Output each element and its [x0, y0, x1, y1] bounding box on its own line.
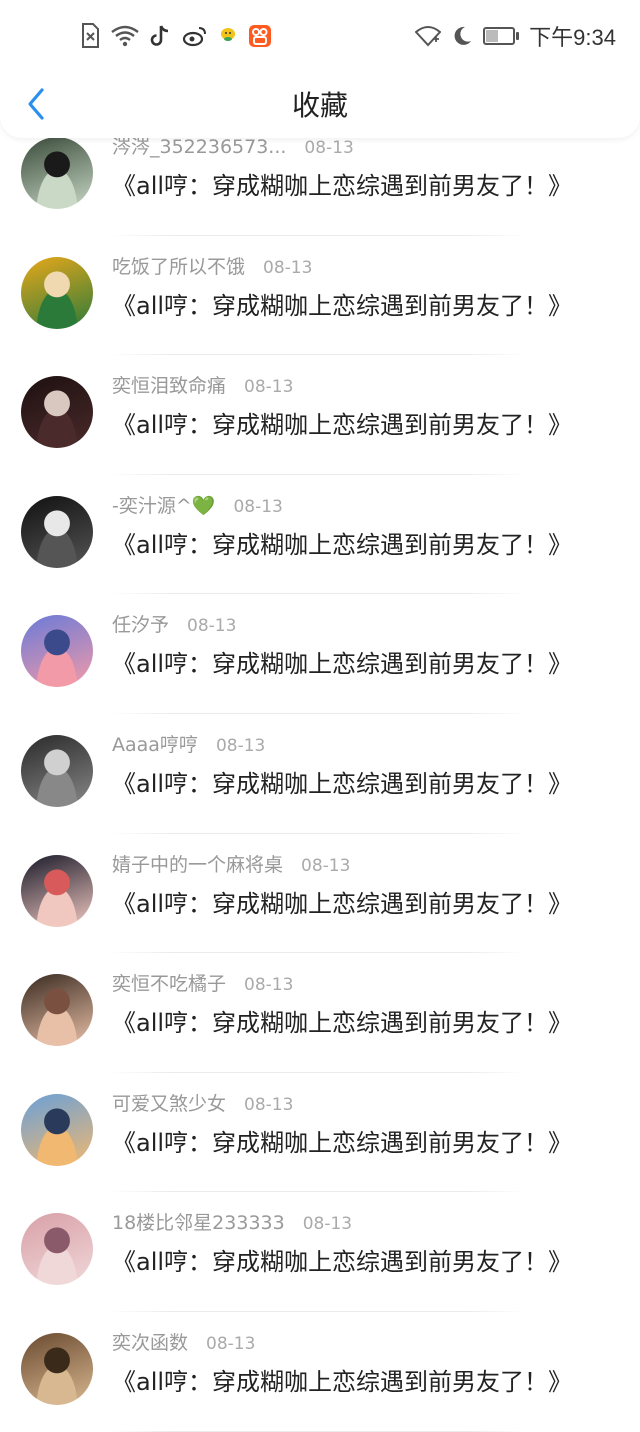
- avatar[interactable]: [21, 734, 93, 807]
- username[interactable]: 奕次函数: [112, 1328, 188, 1355]
- username[interactable]: 任汐予: [112, 610, 169, 637]
- item-date: 08-13: [206, 1333, 256, 1354]
- item-meta: 婧子中的一个麻将桌 08-13: [112, 850, 350, 877]
- item-meta: 奕恒泪致命痛 08-13: [112, 371, 293, 398]
- item-meta: -奕汁源^💚 08-13: [112, 491, 283, 518]
- avatar[interactable]: [21, 495, 93, 568]
- divider: [108, 1430, 528, 1432]
- book-title[interactable]: 《all哼：穿成糊咖上恋综遇到前男友了！》: [112, 1123, 572, 1158]
- item-date: 08-13: [244, 975, 294, 996]
- status-left-icons: [80, 22, 272, 50]
- avatar[interactable]: [21, 1213, 93, 1286]
- item-meta: 任汐予 08-13: [112, 610, 236, 637]
- avatar[interactable]: [21, 376, 93, 449]
- status-bar: 下午9:34: [0, 0, 640, 72]
- book-title[interactable]: 《all哼：穿成糊咖上恋综遇到前男友了！》: [112, 1003, 572, 1038]
- kuaishou-icon: [249, 25, 271, 47]
- avatar[interactable]: [21, 1332, 93, 1405]
- username[interactable]: -奕汁源^💚: [112, 491, 215, 518]
- book-title[interactable]: 《all哼：穿成糊咖上恋综遇到前男友了！》: [112, 644, 572, 679]
- avatar[interactable]: [21, 854, 93, 927]
- item-meta: 奕恒不吃橘子 08-13: [112, 969, 293, 996]
- avatar[interactable]: [21, 615, 93, 688]
- battery-icon: [483, 27, 516, 45]
- book-title[interactable]: 《all哼：穿成糊咖上恋综遇到前男友了！》: [112, 525, 572, 560]
- item-date: 08-13: [233, 496, 283, 517]
- tiktok-icon: [150, 25, 169, 46]
- weibo-icon: [182, 27, 206, 47]
- nav-bar: 收藏: [0, 72, 640, 136]
- username[interactable]: Aaaa哼哼: [112, 730, 198, 757]
- tencent-icon: [221, 28, 235, 41]
- list-item[interactable]: 任汐予 08-13 《all哼：穿成糊咖上恋综遇到前男友了！》: [0, 594, 640, 714]
- list-item[interactable]: -奕汁源^💚 08-13 《all哼：穿成糊咖上恋综遇到前男友了！》: [0, 475, 640, 595]
- list-item[interactable]: 可爱又煞少女 08-13 《all哼：穿成糊咖上恋综遇到前男友了！》: [0, 1073, 640, 1193]
- header: 下午9:34 收藏: [0, 0, 640, 138]
- wifi-icon: [111, 25, 139, 47]
- book-title[interactable]: 《all哼：穿成糊咖上恋综遇到前男友了！》: [112, 1362, 572, 1397]
- username[interactable]: 奕恒泪致命痛: [112, 371, 226, 398]
- list-item[interactable]: 18楼比邻星233333 08-13 《all哼：穿成糊咖上恋综遇到前男友了！》: [0, 1192, 640, 1312]
- item-date: 08-13: [301, 855, 351, 876]
- avatar[interactable]: [21, 974, 93, 1047]
- status-right-icons: 下午9:34: [415, 22, 616, 50]
- book-title[interactable]: 《all哼：穿成糊咖上恋综遇到前男友了！》: [112, 1242, 572, 1277]
- username[interactable]: 18楼比邻星233333: [112, 1208, 285, 1235]
- avatar[interactable]: [21, 137, 93, 209]
- favorites-list: 涔涔_352236573... 08-13 《all哼：穿成糊咖上恋综遇到前男友了！…: [0, 136, 640, 1432]
- item-meta: 可爱又煞少女 08-13: [112, 1089, 293, 1116]
- list-item[interactable]: 奕次函数 08-13 《all哼：穿成糊咖上恋综遇到前男友了！》: [0, 1312, 640, 1432]
- avatar[interactable]: [21, 256, 93, 329]
- list-item[interactable]: Aaaa哼哼 08-13 《all哼：穿成糊咖上恋综遇到前男友了！》: [0, 714, 640, 834]
- list-item[interactable]: 吃饭了所以不饿 08-13 《all哼：穿成糊咖上恋综遇到前男友了！》: [0, 236, 640, 356]
- username[interactable]: 可爱又煞少女: [112, 1089, 226, 1116]
- book-title[interactable]: 《all哼：穿成糊咖上恋综遇到前男友了！》: [112, 286, 572, 321]
- battery-level: [486, 30, 498, 42]
- status-time: 下午9:34: [529, 25, 616, 50]
- list-item[interactable]: 奕恒泪致命痛 08-13 《all哼：穿成糊咖上恋综遇到前男友了！》: [0, 355, 640, 475]
- book-title[interactable]: 《all哼：穿成糊咖上恋综遇到前男友了！》: [112, 764, 572, 799]
- avatar[interactable]: [21, 1093, 93, 1166]
- item-date: 08-13: [304, 138, 354, 158]
- list-item[interactable]: 婧子中的一个麻将桌 08-13 《all哼：穿成糊咖上恋综遇到前男友了！》: [0, 834, 640, 954]
- wifi-icon: [415, 26, 442, 47]
- book-title[interactable]: 《all哼：穿成糊咖上恋综遇到前男友了！》: [112, 405, 572, 440]
- item-date: 08-13: [244, 377, 294, 398]
- book-title[interactable]: 《all哼：穿成糊咖上恋综遇到前男友了！》: [112, 884, 572, 919]
- item-date: 08-13: [215, 735, 266, 756]
- item-meta: 吃饭了所以不饿 08-13: [112, 252, 312, 279]
- page-title: 收藏: [291, 89, 348, 122]
- username[interactable]: 奕恒不吃橘子: [112, 969, 226, 996]
- username[interactable]: 吃饭了所以不饿: [112, 252, 245, 279]
- item-date: 08-13: [302, 1214, 353, 1235]
- sim-x-icon: [82, 23, 99, 48]
- item-meta: Aaaa哼哼 08-13: [112, 730, 265, 757]
- username[interactable]: 婧子中的一个麻将桌: [112, 850, 283, 877]
- item-date: 08-13: [263, 257, 313, 278]
- list-item[interactable]: 奕恒不吃橘子 08-13 《all哼：穿成糊咖上恋综遇到前男友了！》: [0, 953, 640, 1073]
- item-meta: 18楼比邻星233333 08-13: [112, 1208, 352, 1235]
- item-meta: 奕次函数 08-13: [112, 1328, 255, 1355]
- item-date: 08-13: [187, 616, 237, 637]
- book-title[interactable]: 《all哼：穿成糊咖上恋综遇到前男友了！》: [112, 166, 572, 201]
- moon-icon: [454, 26, 472, 45]
- item-date: 08-13: [244, 1094, 294, 1115]
